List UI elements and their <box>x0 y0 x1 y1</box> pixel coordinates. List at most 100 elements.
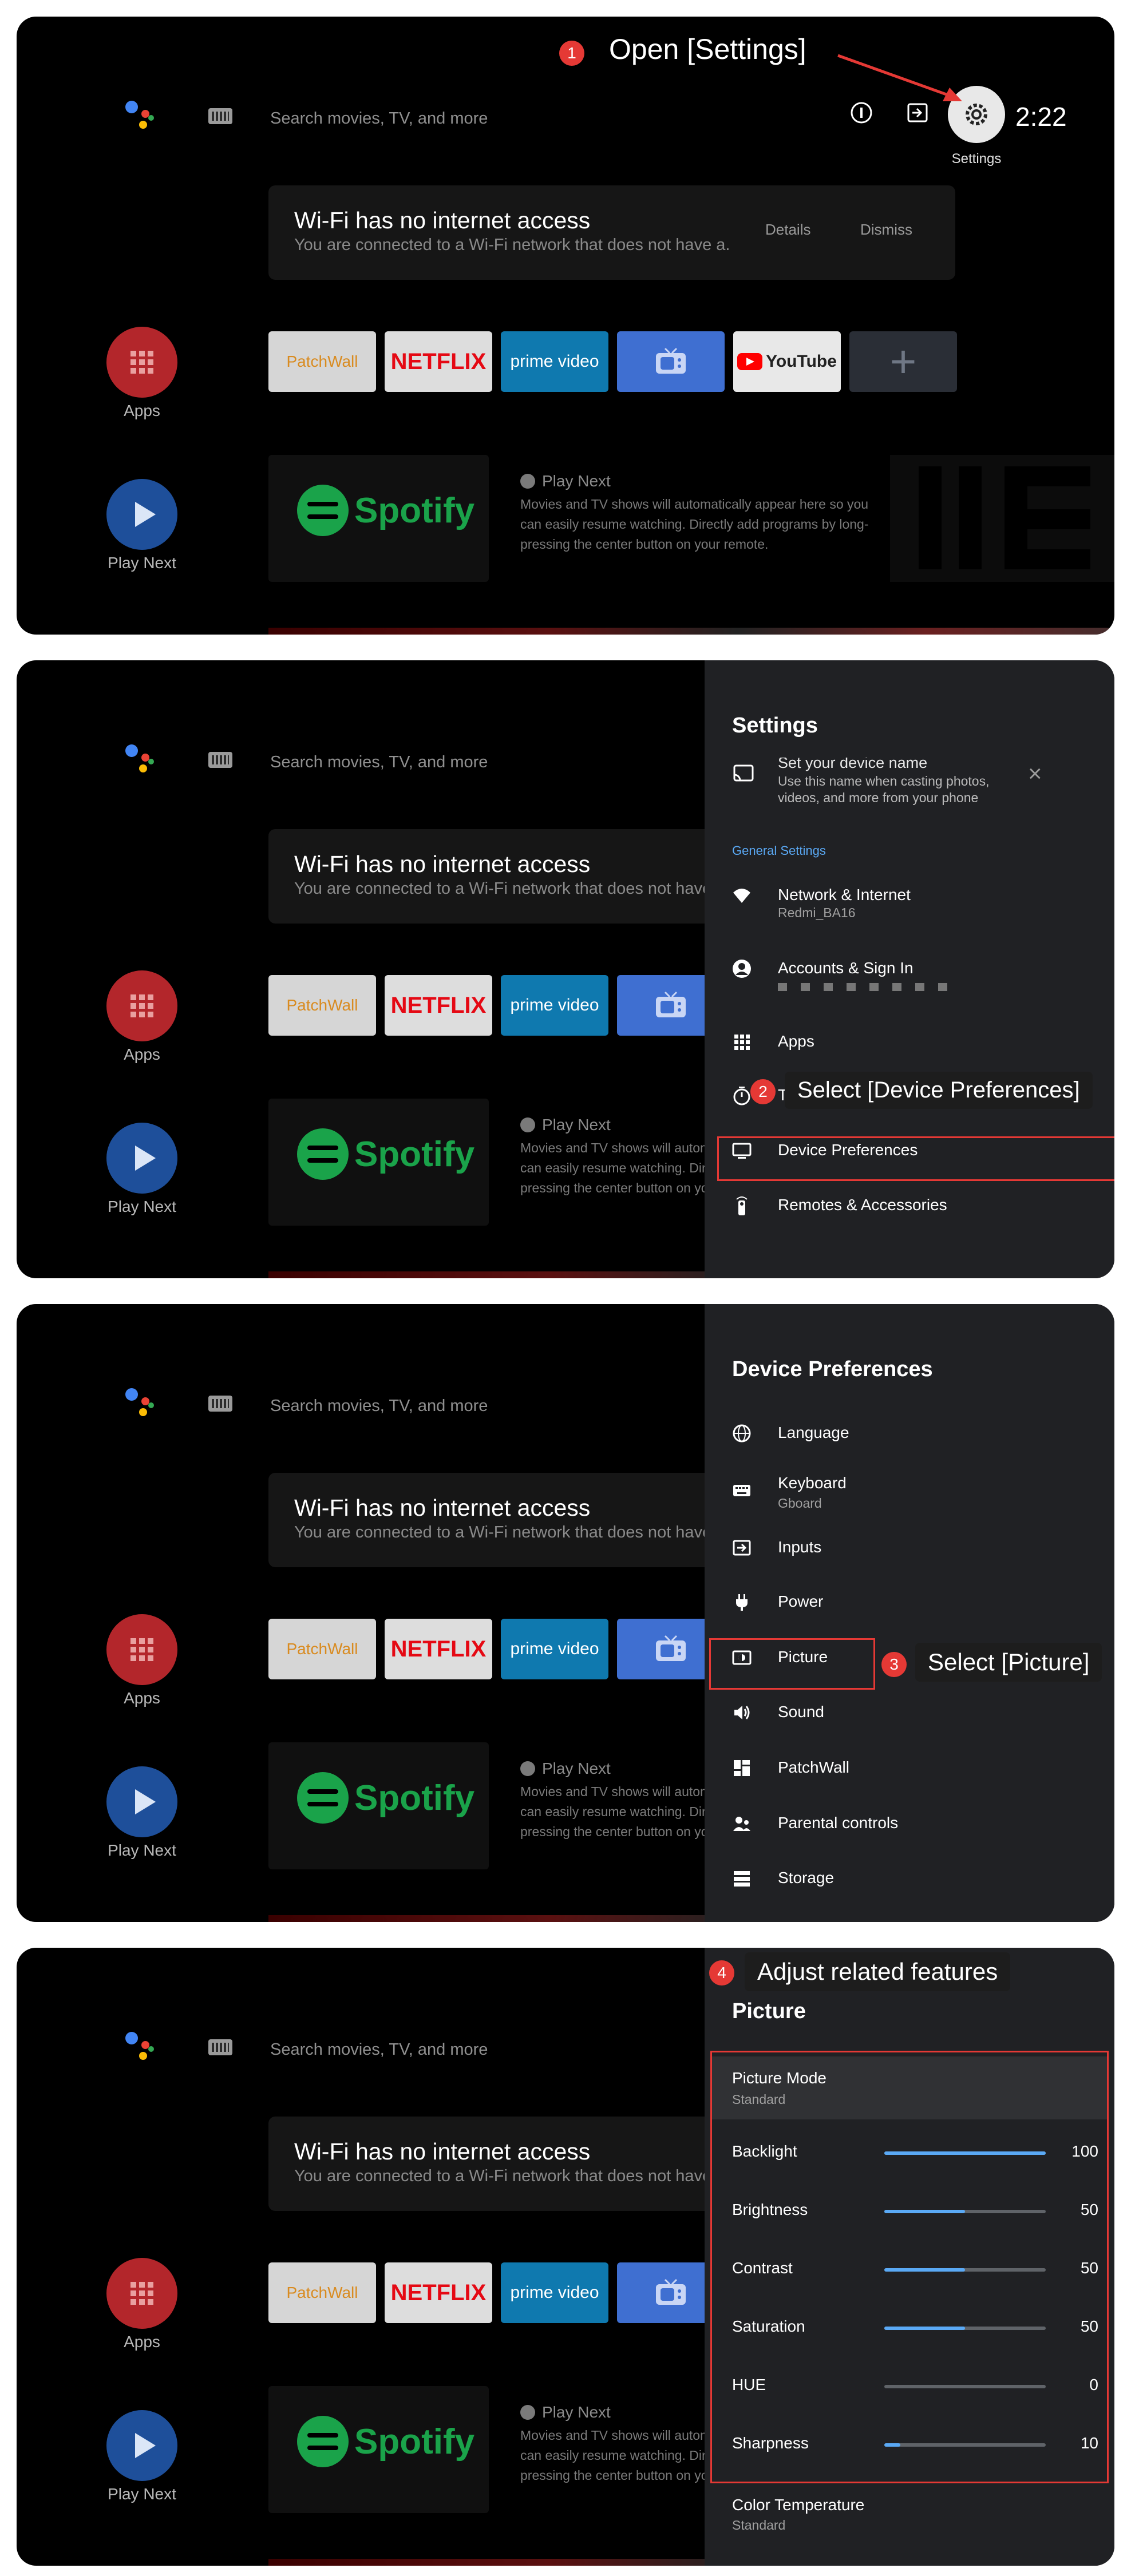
menu-item-sound[interactable]: Sound <box>705 1689 1114 1735</box>
device-name-card[interactable]: Set your device name Use this name when … <box>705 758 1114 821</box>
details-button[interactable]: Details <box>765 221 810 239</box>
play-circle-icon <box>520 1761 535 1776</box>
channel-thumbnail <box>890 455 1114 582</box>
keyboard-icon[interactable] <box>208 1396 232 1412</box>
step-2-badge: 2 <box>750 1079 776 1104</box>
step-3-panel: Search movies, TV, and more Wi-Fi has no… <box>17 1304 1114 1922</box>
app-tile-youtube[interactable]: YouTube <box>733 331 841 392</box>
step-3-instruction: Select [Picture] <box>915 1643 1102 1682</box>
menu-item-inputs[interactable]: Inputs <box>705 1524 1114 1570</box>
app-tile-prime-video[interactable]: prime video <box>501 975 608 1036</box>
spotify-icon <box>297 1128 349 1180</box>
spotify-card[interactable]: Spotify <box>268 2386 489 2513</box>
app-tile-netflix[interactable]: NETFLIX <box>385 975 492 1036</box>
app-tile-netflix[interactable]: NETFLIX <box>385 331 492 392</box>
color-temperature-value: Standard <box>732 2518 786 2533</box>
app-tile-netflix[interactable]: NETFLIX <box>385 1619 492 1679</box>
color-temperature-item[interactable]: Color Temperature Standard <box>705 2491 1114 2543</box>
play-next-title-text: Play Next <box>542 2403 611 2421</box>
menu-item-label: Language <box>778 1424 849 1441</box>
device-name-desc: Use this name when casting photos, <box>778 774 990 788</box>
spotify-card[interactable]: Spotify <box>268 1099 489 1226</box>
wifi-notification: Wi-Fi has no internet access You are con… <box>268 185 955 280</box>
menu-item-language[interactable]: Language <box>705 1410 1114 1456</box>
app-tile-patchwall[interactable]: PatchWall <box>268 331 376 392</box>
settings-caption: Settings <box>951 151 1002 167</box>
app-tile-prime-video[interactable]: prime video <box>501 331 608 392</box>
step-4-panel: Search movies, TV, and more Wi-Fi has no… <box>17 1948 1114 2566</box>
inputs-icon <box>733 1540 751 1556</box>
menu-item-parental-controls[interactable]: Parental controls <box>705 1800 1114 1846</box>
menu-item-label: PatchWall <box>778 1758 850 1776</box>
wifi-title: Wi-Fi has no internet access <box>294 851 591 877</box>
apps-button[interactable] <box>106 1614 177 1685</box>
keyboard-icon[interactable] <box>208 752 232 768</box>
apps-button[interactable] <box>106 970 177 1041</box>
menu-item-network[interactable]: Network & Internet Redmi_BA16 <box>705 872 1114 920</box>
remote-icon <box>736 1196 748 1215</box>
keyboard-icon[interactable] <box>208 2039 232 2055</box>
tv-icon <box>656 1635 686 1661</box>
app-tile-patchwall[interactable]: PatchWall <box>268 2262 376 2323</box>
app-tile-prime-video[interactable]: prime video <box>501 1619 608 1679</box>
keyboard-icon[interactable] <box>208 108 232 124</box>
search-input[interactable]: Search movies, TV, and more <box>270 753 488 772</box>
app-tile-netflix[interactable]: NETFLIX <box>385 2262 492 2323</box>
play-next-description: Movies and TV shows will automatically a… <box>520 497 869 552</box>
app-tile-prime-video[interactable]: prime video <box>501 2262 608 2323</box>
wifi-title: Wi-Fi has no internet access <box>294 1495 591 1521</box>
patchwall-icon <box>734 1760 750 1776</box>
menu-item-keyboard[interactable]: Keyboard Gboard <box>705 1467 1114 1513</box>
search-input[interactable]: Search movies, TV, and more <box>270 109 488 128</box>
grid-icon <box>130 994 153 1017</box>
play-next-title-text: Play Next <box>542 1759 611 1777</box>
app-tile-label: NETFLIX <box>390 348 487 374</box>
menu-item-sub: Redmi_BA16 <box>778 905 856 920</box>
app-tile-label: prime video <box>510 352 599 371</box>
menu-item-apps[interactable]: Apps <box>705 1018 1114 1064</box>
apps-button[interactable] <box>106 327 177 398</box>
menu-item-label: Parental controls <box>778 1814 899 1832</box>
menu-item-storage[interactable]: Storage <box>705 1855 1114 1901</box>
spotify-card[interactable]: Spotify <box>268 1742 489 1869</box>
play-next-button[interactable] <box>106 2410 177 2481</box>
menu-item-accounts[interactable]: Accounts & Sign In <box>705 945 1114 991</box>
spotify-card[interactable]: Spotify <box>268 455 489 582</box>
globe-icon <box>733 1424 751 1442</box>
app-tile-label: PatchWall <box>286 1640 358 1658</box>
wifi-subtitle: You are connected to a Wi-Fi network tha… <box>294 236 729 254</box>
plus-icon: + <box>889 336 917 387</box>
highlight-picture <box>709 1638 875 1690</box>
grid-icon <box>130 1638 153 1661</box>
app-tile-patchwall[interactable]: PatchWall <box>268 1619 376 1679</box>
search-input[interactable]: Search movies, TV, and more <box>270 2040 488 2059</box>
dismiss-button[interactable]: Dismiss <box>860 221 912 239</box>
app-tile-patchwall[interactable]: PatchWall <box>268 975 376 1036</box>
play-icon <box>135 1146 156 1171</box>
play-next-button[interactable] <box>106 1123 177 1194</box>
parental-icon <box>733 1817 750 1831</box>
play-next-button[interactable] <box>106 479 177 550</box>
apps-label: Apps <box>124 402 160 419</box>
play-next-button[interactable] <box>106 1766 177 1837</box>
highlight-picture-settings <box>710 2051 1109 2483</box>
app-tile-label: PatchWall <box>286 996 358 1014</box>
step-3-badge: 3 <box>881 1652 907 1677</box>
assistant-dot-green <box>148 115 154 121</box>
wifi-icon <box>733 889 750 903</box>
menu-item-remotes[interactable]: Remotes & Accessories <box>705 1182 1114 1228</box>
apps-button[interactable] <box>106 2258 177 2329</box>
device-preferences-title: Device Preferences <box>732 1357 933 1381</box>
app-tile-tv[interactable] <box>617 331 725 392</box>
spotify-icon <box>297 485 349 536</box>
menu-item-label: Keyboard <box>778 1474 847 1492</box>
search-input[interactable]: Search movies, TV, and more <box>270 1397 488 1416</box>
redacted-account <box>778 983 950 991</box>
add-app-tile[interactable]: + <box>849 331 957 392</box>
menu-item-power[interactable]: Power <box>705 1579 1114 1624</box>
spotify-label: Spotify <box>354 1778 475 1818</box>
app-tile-label: NETFLIX <box>390 2280 487 2305</box>
grid-icon <box>130 2282 153 2305</box>
menu-item-patchwall[interactable]: PatchWall <box>705 1745 1114 1790</box>
close-icon[interactable]: × <box>1028 760 1042 787</box>
